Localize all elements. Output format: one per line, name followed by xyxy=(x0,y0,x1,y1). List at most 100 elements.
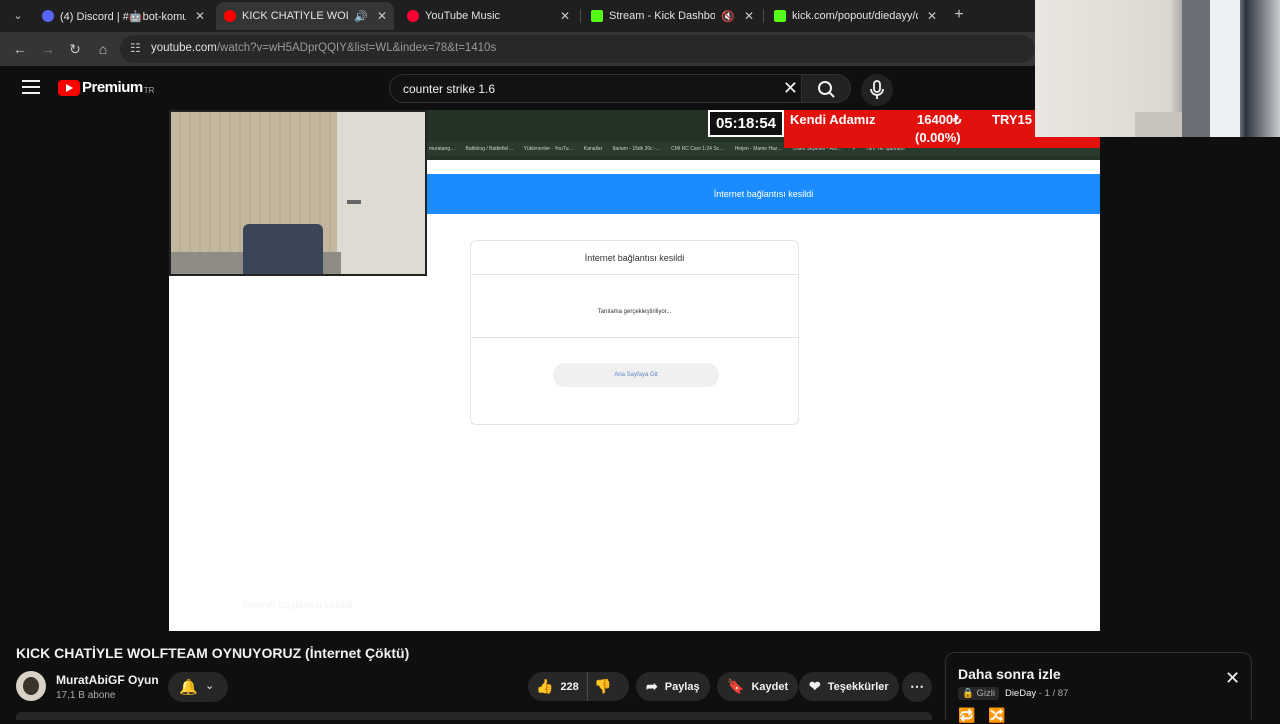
region-code: TR xyxy=(143,86,155,95)
tab-close-icon[interactable]: ✕ xyxy=(376,9,388,23)
playlist-owner[interactable]: DieDay xyxy=(1005,688,1036,699)
tab-close-icon[interactable]: ✕ xyxy=(743,9,755,23)
tab-title: KICK CHATİYLE WOLFTEAM … xyxy=(242,10,348,22)
bookmark-item: Battlelog / Battlefiel… xyxy=(465,146,514,152)
privacy-badge: 🔒 Gizli xyxy=(958,687,999,700)
logo-wordmark: Premium xyxy=(82,79,143,96)
subscriber-count: 17,1 B abone xyxy=(56,690,116,701)
ticker-change: (0.00%) xyxy=(915,130,961,145)
ticker-currency: TRY15 xyxy=(992,112,1032,127)
loop-icon[interactable]: 🔁 xyxy=(958,707,975,724)
close-playlist-icon[interactable]: ✕ xyxy=(1225,669,1240,687)
playlist-position: - 1 / 87 xyxy=(1038,688,1069,699)
tab-title: Stream - Kick Dashboard xyxy=(609,10,716,22)
save-label: Kaydet xyxy=(751,680,789,693)
bookmark-icon: 🔖 xyxy=(727,678,745,694)
tab-close-icon[interactable]: ✕ xyxy=(559,9,571,23)
new-tab-button[interactable]: + xyxy=(950,6,968,24)
tab-title: kick.com/popout/diedayy/chat xyxy=(792,10,918,22)
tab-youtube-music[interactable]: YouTube Music ✕ xyxy=(399,2,577,30)
clear-search-icon[interactable]: ✕ xyxy=(783,78,798,99)
bookmark-item: Heijen - Mame Haz… xyxy=(734,146,783,152)
stream-clock: 05:18:54 xyxy=(708,110,784,137)
video-player[interactable]: muratang… Battlelog / Battlefiel… Yüklen… xyxy=(169,110,1100,631)
ticker-price: 16400₺ xyxy=(917,112,962,127)
tab-kick-popout-chat[interactable]: kick.com/popout/diedayy/chat ✕ xyxy=(766,2,944,30)
back-arrow-icon[interactable]: ← xyxy=(10,39,30,59)
url-host: youtube.com xyxy=(151,42,217,54)
tab-search-button[interactable]: ⌄ xyxy=(8,7,28,25)
playlist-meta: 🔒 Gizli DieDay - 1 / 87 xyxy=(958,687,1069,700)
bookmark-item: Itariam - 15dk 20c -… xyxy=(612,146,661,152)
share-icon: ➦ xyxy=(646,678,658,694)
webcam-overlay xyxy=(1035,0,1280,137)
voice-search-button[interactable] xyxy=(861,74,893,106)
like-dislike-group: 👍 228 👎 xyxy=(528,672,629,701)
tab-close-icon[interactable]: ✕ xyxy=(926,9,938,23)
super-thanks-icon: ❤ xyxy=(809,678,821,694)
more-actions-button[interactable]: ⋯ xyxy=(902,672,932,702)
url-text: youtube.com/watch?v=wH5ADprQQIY&list=WL&… xyxy=(151,42,496,54)
youtube-favicon-icon xyxy=(224,10,236,22)
like-count: 228 xyxy=(560,680,579,693)
card-title: İnternet bağlantısı kesildi xyxy=(471,241,798,275)
bell-icon: 🔔 xyxy=(179,679,198,696)
address-bar[interactable]: ☷ youtube.com/watch?v=wH5ADprQQIY&list=W… xyxy=(120,35,1035,63)
description-box-edge xyxy=(16,712,932,720)
kick-favicon-icon xyxy=(591,10,603,22)
save-button[interactable]: 🔖 Kaydet xyxy=(717,672,799,701)
youtube-premium-logo[interactable]: Premium TR xyxy=(58,79,154,96)
like-button[interactable]: 👍 228 xyxy=(528,672,588,701)
youtube-play-icon xyxy=(58,79,80,96)
door-handle xyxy=(347,200,361,204)
shuffle-icon[interactable]: 🔀 xyxy=(988,707,1005,724)
tab-separator xyxy=(580,9,581,23)
site-info-icon[interactable]: ☷ xyxy=(130,41,144,55)
menu-icon[interactable] xyxy=(22,80,40,94)
discord-favicon-icon xyxy=(42,10,54,22)
reload-icon[interactable]: ↻ xyxy=(65,39,85,59)
home-icon[interactable]: ⌂ xyxy=(93,39,113,59)
tab-discord[interactable]: (4) Discord | #🤖bot-komut | … ✕ xyxy=(34,2,212,30)
share-label: Paylaş xyxy=(664,680,700,693)
bookmark-item: muratang… xyxy=(429,146,456,152)
search-query: counter strike 1.6 xyxy=(403,82,496,96)
speaker-icon[interactable]: 🔊 xyxy=(354,10,368,23)
streamer-webcam-inset xyxy=(169,110,427,276)
search-button[interactable] xyxy=(801,74,851,103)
go-home-button: Ana Sayfaya Git xyxy=(553,363,719,387)
ticker-name: Kendi Adamız xyxy=(790,112,876,127)
dislike-button[interactable]: 👎 xyxy=(594,678,611,695)
url-path: /watch?v=wH5ADprQQIY&list=WL&index=78&t=… xyxy=(216,42,497,54)
notification-button[interactable]: 🔔 ⌄ xyxy=(168,672,228,702)
card-body: Tanılama gerçekleştiriliyor... xyxy=(471,275,798,338)
tab-title: YouTube Music xyxy=(425,10,501,22)
channel-name[interactable]: MuratAbiGF Oyun xyxy=(56,673,159,687)
kick-favicon-icon xyxy=(774,10,786,22)
bookmark-item: Yüklenenler - YouTu… xyxy=(523,146,574,152)
tab-close-icon[interactable]: ✕ xyxy=(194,9,206,23)
muted-speaker-icon[interactable]: 🔇 xyxy=(721,10,735,23)
thanks-button[interactable]: ❤ Teşekkürler xyxy=(799,672,899,701)
bookmark-item: CMI RC Cars 1:24 Sc… xyxy=(671,146,725,152)
connection-lost-banner: İnternet bağlantısı kesildi xyxy=(427,174,1100,214)
connection-lost-card: İnternet bağlantısı kesildi Tanılama ger… xyxy=(470,240,799,425)
chevron-down-icon: ⌄ xyxy=(205,680,215,692)
channel-avatar[interactable] xyxy=(16,671,46,701)
tab-kick-dashboard[interactable]: Stream - Kick Dashboard 🔇 ✕ xyxy=(583,2,761,30)
tab-separator xyxy=(763,9,764,23)
playlist-title[interactable]: Daha sonra izle xyxy=(958,666,1061,682)
share-button[interactable]: ➦ Paylaş xyxy=(636,672,710,701)
tab-title: (4) Discord | #🤖bot-komut | … xyxy=(60,10,186,23)
bookmark-item: Kanallar xyxy=(583,146,603,152)
video-title: KICK CHATİYLE WOLFTEAM OYNUYORUZ (İntern… xyxy=(16,645,410,661)
youtube-music-favicon-icon xyxy=(407,10,419,22)
thumbs-up-icon: 👍 xyxy=(536,678,554,694)
thanks-label: Teşekkürler xyxy=(827,680,889,693)
forward-arrow-icon[interactable]: → xyxy=(38,39,58,59)
tab-kick-chat-video[interactable]: KICK CHATİYLE WOLFTEAM … 🔊 ✕ xyxy=(216,2,394,30)
faint-overlay-text: Internét bağlantısı kesildi xyxy=(242,600,353,611)
chair xyxy=(243,224,323,274)
microphone-icon xyxy=(870,80,884,99)
search-input[interactable]: counter strike 1.6 ✕ xyxy=(389,74,809,103)
